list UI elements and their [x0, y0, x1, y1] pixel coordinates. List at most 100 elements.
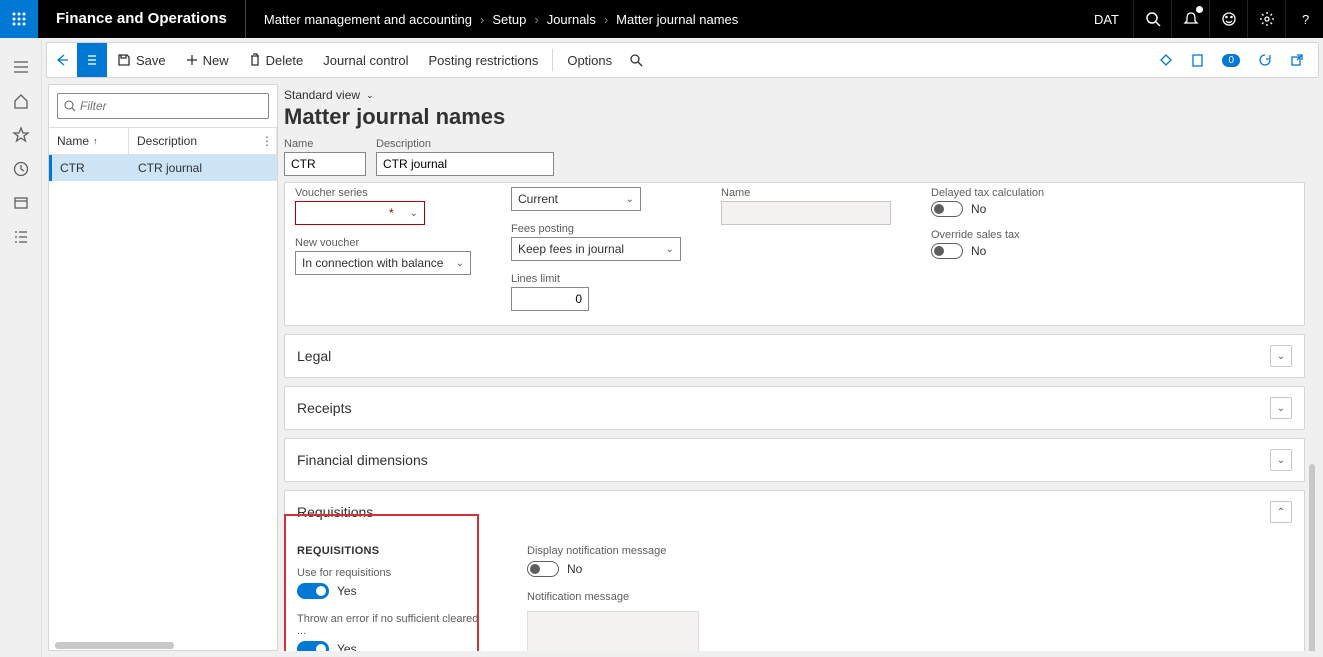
filter-input[interactable] — [80, 99, 262, 113]
cell-desc: CTR journal — [130, 161, 277, 175]
posting-restrictions-button[interactable]: Posting restrictions — [419, 43, 549, 77]
bell-icon — [1184, 12, 1198, 26]
notifications-button[interactable] — [1171, 0, 1209, 38]
crumb-2[interactable]: Journals — [547, 12, 596, 27]
toggle-display-notification[interactable] — [527, 561, 559, 577]
arrow-left-icon — [55, 53, 69, 67]
left-rail — [0, 38, 42, 657]
hamburger-icon — [13, 59, 29, 75]
chevron-down-icon: ⌄ — [666, 244, 674, 255]
new-label: New — [203, 53, 229, 68]
edit-mode-button[interactable] — [77, 43, 107, 77]
nav-menu-button[interactable] — [0, 50, 42, 84]
section-legal[interactable]: Legal ⌄ — [284, 334, 1305, 378]
help-button[interactable]: ? — [1285, 0, 1323, 38]
back-button[interactable] — [47, 43, 77, 77]
messages-button[interactable]: 0 — [1214, 43, 1248, 77]
input-name[interactable] — [284, 152, 366, 176]
field-fees-posting: Fees posting Keep fees in journal⌄ — [511, 223, 681, 261]
input-lines-limit[interactable] — [511, 287, 589, 311]
app-launcher[interactable] — [0, 0, 38, 38]
feedback-button[interactable] — [1209, 0, 1247, 38]
col-header-desc[interactable]: Description — [129, 128, 277, 154]
crumb-0[interactable]: Matter management and accounting — [264, 12, 472, 27]
nav-modules[interactable] — [0, 220, 42, 254]
crumb-3[interactable]: Matter journal names — [616, 12, 738, 27]
section-receipts[interactable]: Receipts ⌄ — [284, 386, 1305, 430]
dropdown-current[interactable]: Current⌄ — [511, 187, 641, 211]
label-display-notification: Display notification message — [527, 545, 699, 557]
toggle-delayed-tax[interactable] — [931, 201, 963, 217]
input-description[interactable] — [376, 152, 554, 176]
plus-icon — [186, 54, 198, 66]
label-fees-posting: Fees posting — [511, 223, 681, 235]
search-button[interactable] — [1133, 0, 1171, 38]
search-icon — [1146, 12, 1160, 26]
list-panel: Name↑ Description ⋮ CTR CTR journal — [48, 84, 278, 651]
sort-asc-icon: ↑ — [93, 136, 98, 146]
settings-button[interactable] — [1247, 0, 1285, 38]
view-selector[interactable]: Standard view⌄ — [284, 84, 1305, 104]
field-delayed-tax: Delayed tax calculation No — [931, 187, 1101, 217]
vertical-scrollbar[interactable] — [1309, 464, 1315, 651]
clock-icon — [13, 161, 29, 177]
star-icon — [13, 127, 29, 143]
delete-button[interactable]: Delete — [239, 43, 314, 77]
find-button[interactable] — [622, 43, 651, 77]
popout-icon — [1290, 53, 1304, 67]
dropdown-fees-posting[interactable]: Keep fees in journal⌄ — [511, 237, 681, 261]
chevron-right-icon: › — [480, 12, 484, 27]
journal-control-button[interactable]: Journal control — [313, 43, 418, 77]
textarea-notification-message[interactable] — [527, 611, 699, 651]
company-selector[interactable]: DAT — [1080, 12, 1133, 27]
save-button[interactable]: Save — [107, 43, 176, 77]
nav-workspaces[interactable] — [0, 186, 42, 220]
col-options-button[interactable]: ⋮ — [261, 134, 273, 148]
chevron-up-icon: ⌃ — [1270, 501, 1292, 523]
section-legal-label: Legal — [297, 348, 331, 364]
nav-home[interactable] — [0, 84, 42, 118]
label-notification-message: Notification message — [527, 591, 699, 603]
dropdown-voucher-series[interactable]: *⌄ — [295, 201, 425, 225]
section-fin-dim-label: Financial dimensions — [297, 452, 428, 468]
save-label: Save — [136, 53, 166, 68]
toggle-override-tax[interactable] — [931, 243, 963, 259]
page-title: Matter journal names — [284, 104, 1305, 130]
field-override-tax: Override sales tax No — [931, 229, 1101, 259]
new-button[interactable]: New — [176, 43, 239, 77]
label-name: Name — [284, 138, 366, 150]
horizontal-scrollbar[interactable] — [49, 640, 277, 650]
nav-recent[interactable] — [0, 152, 42, 186]
dropdown-new-voucher[interactable]: In connection with balance⌄ — [295, 251, 471, 275]
top-bar: Finance and Operations Matter management… — [0, 0, 1323, 38]
field-voucher-series: Voucher series *⌄ — [295, 187, 471, 225]
crumb-1[interactable]: Setup — [492, 12, 526, 27]
nav-favorites[interactable] — [0, 118, 42, 152]
app-name: Finance and Operations — [38, 0, 246, 38]
field-description: Description — [376, 138, 554, 176]
label-description: Description — [376, 138, 554, 150]
refresh-button[interactable] — [1250, 43, 1280, 77]
attachments-button[interactable] — [1151, 43, 1181, 77]
filter-box[interactable] — [57, 93, 269, 119]
save-icon — [117, 53, 131, 67]
field-display-notification: Display notification message No — [527, 545, 699, 577]
col-header-name[interactable]: Name↑ — [49, 128, 129, 154]
list-row-selected[interactable]: CTR CTR journal — [49, 155, 277, 181]
field-notification-message: Notification message — [527, 591, 699, 651]
section-financial-dimensions[interactable]: Financial dimensions ⌄ — [284, 438, 1305, 482]
input-name2 — [721, 201, 891, 225]
label-new-voucher: New voucher — [295, 237, 471, 249]
options-button[interactable]: Options — [557, 43, 622, 77]
modules-icon — [13, 229, 29, 245]
edit-icon — [85, 53, 99, 67]
smiley-icon — [1222, 12, 1236, 26]
field-new-voucher: New voucher In connection with balance⌄ — [295, 237, 471, 275]
list-headers: Name↑ Description ⋮ — [49, 127, 277, 155]
workspace-icon — [13, 195, 29, 211]
trash-icon — [249, 53, 261, 67]
field-name: Name — [284, 138, 366, 176]
office-button[interactable] — [1183, 43, 1212, 77]
popout-button[interactable] — [1282, 43, 1312, 77]
home-icon — [13, 93, 29, 109]
